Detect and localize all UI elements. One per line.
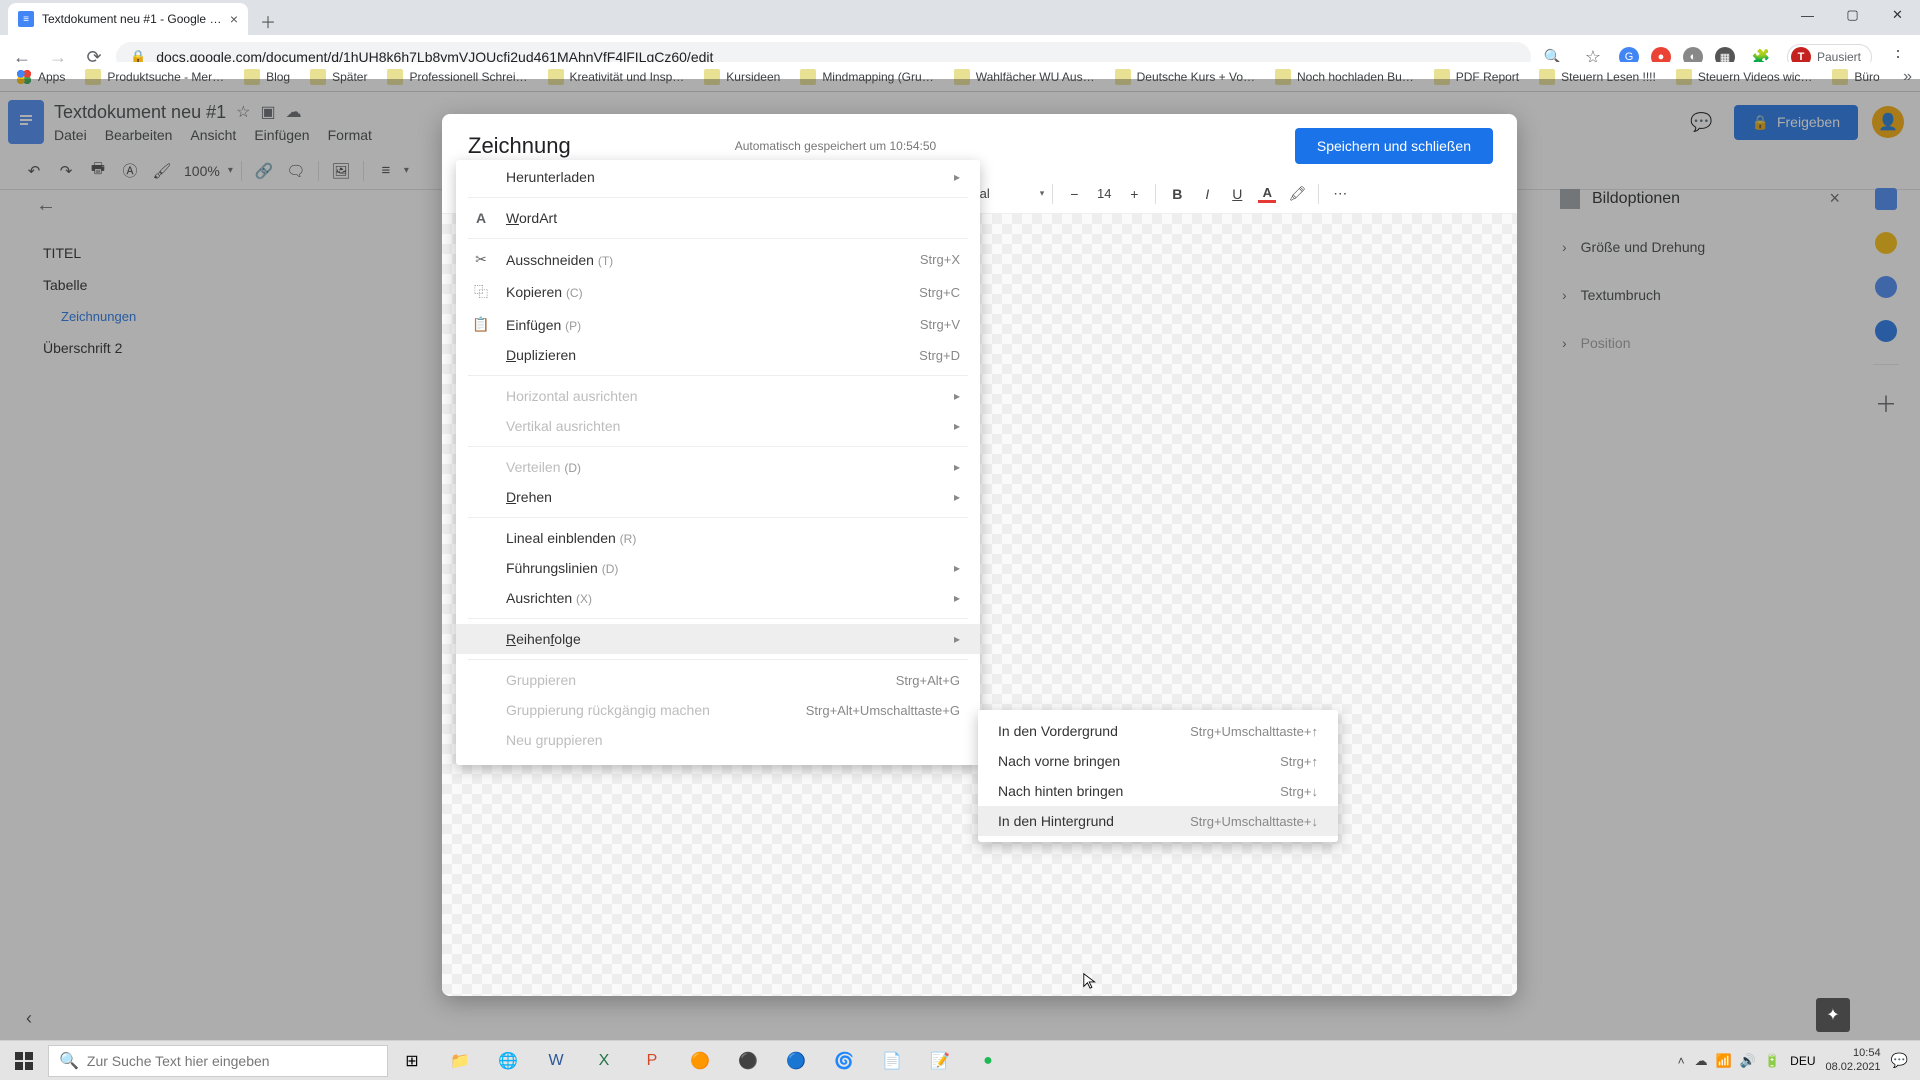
text-color-icon[interactable]: A (1254, 181, 1280, 207)
chevron-right-icon: ▸ (954, 170, 960, 184)
onedrive-icon[interactable]: ☁ (1695, 1053, 1708, 1069)
app-icon[interactable]: 🟠 (676, 1041, 724, 1081)
menu-ausschneiden[interactable]: ✂ Ausschneiden (T) Strg+X (456, 244, 980, 275)
tab-strip: ≡ Textdokument neu #1 - Google … × ＋ — ▢… (0, 0, 1920, 35)
wordart-icon: A (470, 210, 492, 226)
taskbar-search[interactable]: 🔍 Zur Suche Text hier eingeben (48, 1045, 388, 1077)
volume-icon[interactable]: 🔊 (1740, 1053, 1756, 1069)
maximize-button[interactable]: ▢ (1830, 0, 1875, 30)
menu-horizontal: Horizontal ausrichten ▸ (456, 381, 980, 411)
taskbar-icons: ⊞ 📁 🌐 W X P 🟠 ⚫ 🔵 🌀 📄 📝 ● (388, 1041, 1012, 1081)
close-icon[interactable]: × (230, 11, 238, 27)
browser-tab[interactable]: ≡ Textdokument neu #1 - Google … × (8, 3, 248, 35)
start-button[interactable] (0, 1041, 48, 1081)
tab-title: Textdokument neu #1 - Google … (42, 12, 222, 26)
autosave-text: Automatisch gespeichert um 10:54:50 (735, 139, 936, 153)
font-size-input[interactable]: 14 (1091, 186, 1117, 201)
system-tray: ˄ ☁ 📶 🔊 🔋 DEU 10:54 08.02.2021 💬 (1678, 1047, 1920, 1073)
separator (468, 659, 968, 660)
task-view-icon[interactable]: ⊞ (388, 1041, 436, 1081)
minimize-button[interactable]: — (1785, 0, 1830, 30)
search-placeholder: Zur Suche Text hier eingeben (87, 1053, 270, 1069)
menu-duplizieren[interactable]: Duplizieren Strg+D (456, 340, 980, 370)
menu-fuhrungslinien[interactable]: Führungslinien (D) ▸ (456, 553, 980, 583)
menu-neu-gruppieren: Neu gruppieren (456, 725, 980, 755)
edge2-icon[interactable]: 🌀 (820, 1041, 868, 1081)
menu-einfugen[interactable]: 📋 Einfügen (P) Strg+V (456, 309, 980, 340)
separator (468, 238, 968, 239)
separator (468, 618, 968, 619)
close-window-button[interactable]: ✕ (1875, 0, 1920, 30)
copy-icon: ⿻ (470, 282, 492, 302)
excel-icon[interactable]: X (580, 1041, 628, 1081)
menu-verteilen: Verteilen (D) ▸ (456, 452, 980, 482)
wifi-icon[interactable]: 📶 (1716, 1053, 1732, 1069)
dialog-title: Zeichnung (468, 133, 571, 159)
drawing-dialog: Zeichnung Automatisch gespeichert um 10:… (442, 114, 1517, 996)
chevron-right-icon: ▸ (954, 389, 960, 403)
chevron-right-icon: ▸ (954, 490, 960, 504)
explore-button[interactable]: ✦ (1816, 998, 1850, 1032)
menu-ausrichten[interactable]: Ausrichten (X) ▸ (456, 583, 980, 613)
notes-icon[interactable]: 📝 (916, 1041, 964, 1081)
menu-wordart[interactable]: A WordArt (456, 203, 980, 233)
italic-icon[interactable]: I (1194, 181, 1220, 207)
highlight-icon[interactable]: 🖍 (1284, 181, 1310, 207)
search-icon: 🔍 (59, 1051, 79, 1071)
windows-logo-icon (15, 1052, 33, 1070)
clock[interactable]: 10:54 08.02.2021 (1826, 1047, 1881, 1073)
obs-icon[interactable]: ⚫ (724, 1041, 772, 1081)
battery-icon[interactable]: 🔋 (1764, 1053, 1780, 1069)
powerpoint-icon[interactable]: P (628, 1041, 676, 1081)
underline-icon[interactable]: U (1224, 181, 1250, 207)
menu-drehen[interactable]: Drehen ▸ (456, 482, 980, 512)
menu-lineal[interactable]: Lineal einblenden (R) (456, 523, 980, 553)
chevron-right-icon: ▸ (954, 561, 960, 575)
spotify-icon[interactable]: ● (964, 1041, 1012, 1081)
menu-reihenfolge[interactable]: Reihenfolge ▸ (456, 624, 980, 654)
separator (468, 197, 968, 198)
save-close-button[interactable]: Speichern und schließen (1295, 128, 1493, 164)
chevron-right-icon: ▸ (954, 460, 960, 474)
paste-icon: 📋 (470, 316, 492, 333)
menu-vertikal: Vertikal ausrichten ▸ (456, 411, 980, 441)
submenu-nach-hinten[interactable]: Nach hinten bringen Strg+↓ (978, 776, 1338, 806)
font-dec-icon[interactable]: − (1061, 181, 1087, 207)
new-tab-button[interactable]: ＋ (254, 7, 282, 35)
cut-icon: ✂ (470, 251, 492, 268)
separator (468, 446, 968, 447)
menu-kopieren[interactable]: ⿻ Kopieren (C) Strg+C (456, 275, 980, 309)
submenu-nach-vorne[interactable]: Nach vorne bringen Strg+↑ (978, 746, 1338, 776)
menu-herunterladen[interactable]: Herunterladen ▸ (456, 162, 980, 192)
cursor-icon (1082, 972, 1100, 990)
more-icon[interactable]: ⋯ (1327, 181, 1353, 207)
bold-icon[interactable]: B (1164, 181, 1190, 207)
edge-icon[interactable]: 🌐 (484, 1041, 532, 1081)
chrome-icon[interactable]: 🔵 (772, 1041, 820, 1081)
explorer-icon[interactable]: 📁 (436, 1041, 484, 1081)
chevron-right-icon: ▸ (954, 419, 960, 433)
reihenfolge-submenu: In den Vordergrund Strg+Umschalttaste+↑ … (978, 710, 1338, 842)
window-controls: — ▢ ✕ (1785, 0, 1920, 30)
taskbar: 🔍 Zur Suche Text hier eingeben ⊞ 📁 🌐 W X… (0, 1040, 1920, 1080)
docs-favicon: ≡ (18, 11, 34, 27)
tray-chevron-icon[interactable]: ˄ (1678, 1054, 1685, 1068)
separator (468, 375, 968, 376)
chevron-right-icon: ▸ (954, 591, 960, 605)
submenu-hintergrund[interactable]: In den Hintergrund Strg+Umschalttaste+↓ (978, 806, 1338, 836)
submenu-vordergrund[interactable]: In den Vordergrund Strg+Umschalttaste+↑ (978, 716, 1338, 746)
reader-icon[interactable]: 📄 (868, 1041, 916, 1081)
language-indicator[interactable]: DEU (1790, 1054, 1815, 1068)
notifications-icon[interactable]: 💬 (1891, 1052, 1908, 1069)
aktionen-menu: Herunterladen ▸ A WordArt ✂ Ausschneiden… (456, 160, 980, 765)
word-icon[interactable]: W (532, 1041, 580, 1081)
menu-gruppierung-ruck: Gruppierung rückgängig machen Strg+Alt+U… (456, 695, 980, 725)
chevron-right-icon: ▸ (954, 632, 960, 646)
font-inc-icon[interactable]: + (1121, 181, 1147, 207)
separator (468, 517, 968, 518)
menu-gruppieren: Gruppieren Strg+Alt+G (456, 665, 980, 695)
